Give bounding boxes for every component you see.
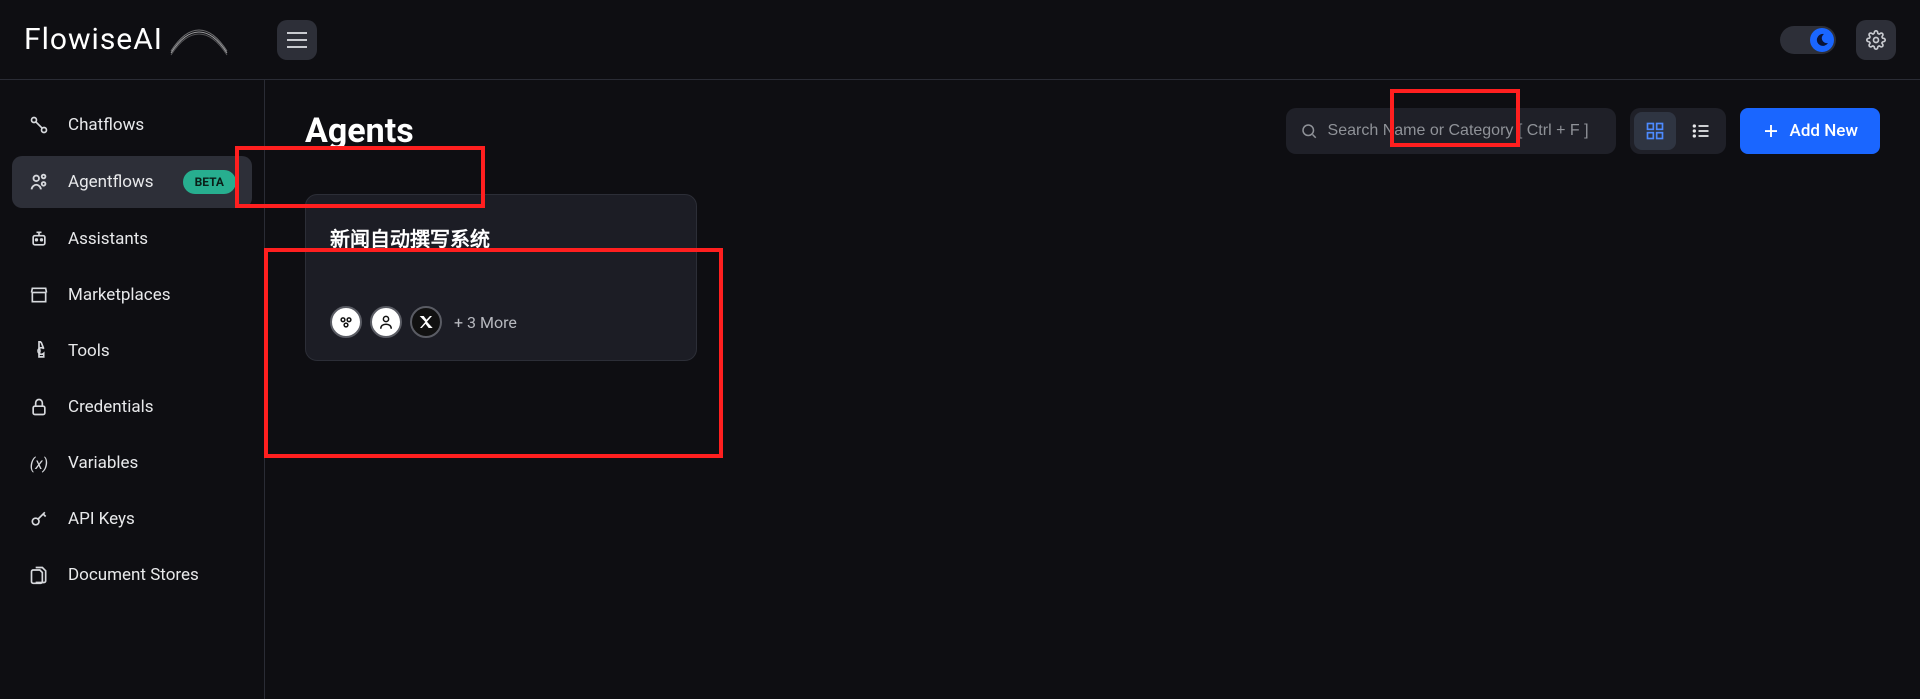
variable-icon: (x) — [28, 452, 50, 474]
logo-swoosh-icon — [169, 23, 229, 57]
hamburger-icon — [287, 32, 307, 48]
sidebar-item-label: Chatflows — [68, 115, 144, 135]
menu-toggle-button[interactable] — [277, 20, 317, 60]
sidebar-item-marketplaces[interactable]: Marketplaces — [12, 270, 252, 320]
sidebar-item-label: Credentials — [68, 397, 154, 417]
sidebar-item-chatflows[interactable]: Chatflows — [12, 100, 252, 150]
grid-view-button[interactable] — [1634, 112, 1676, 150]
add-new-button[interactable]: Add New — [1740, 108, 1880, 154]
lock-icon — [28, 396, 50, 418]
sidebar-item-assistants[interactable]: Assistants — [12, 214, 252, 264]
settings-button[interactable] — [1856, 20, 1896, 60]
add-new-label: Add New — [1790, 121, 1858, 141]
sidebar-item-label: Agentflows — [68, 172, 154, 192]
robot-icon — [28, 228, 50, 250]
agent-card-title: 新闻自动撰写系统 — [330, 223, 672, 252]
sidebar-item-label: API Keys — [68, 509, 135, 529]
main-content: Agents Add New 新闻自动撰写系统 — [265, 80, 1920, 699]
sidebar-item-documentstores[interactable]: Document Stores — [12, 550, 252, 600]
agent-card-icons: + 3 More — [330, 306, 672, 338]
plus-icon — [1762, 122, 1780, 140]
agent-cards: 新闻自动撰写系统 + 3 More — [305, 194, 1880, 361]
brand-name: FlowiseAI — [24, 22, 163, 57]
header-controls — [1780, 20, 1896, 60]
search-box[interactable] — [1286, 108, 1616, 154]
team-icon — [330, 306, 362, 338]
sidebar-item-label: Document Stores — [68, 565, 199, 585]
theme-toggle-knob — [1810, 28, 1834, 52]
sidebar-item-credentials[interactable]: Credentials — [12, 382, 252, 432]
grid-icon — [1645, 121, 1665, 141]
gear-icon — [1866, 30, 1886, 50]
search-input[interactable] — [1328, 122, 1602, 140]
view-toggle — [1630, 108, 1726, 154]
brand-logo: FlowiseAI — [24, 22, 229, 57]
store-icon — [28, 284, 50, 306]
person-icon — [370, 306, 402, 338]
list-icon — [1691, 121, 1711, 141]
beta-badge: BETA — [183, 170, 236, 194]
page-title: Agents — [305, 111, 414, 151]
sidebar-item-label: Variables — [68, 453, 138, 473]
wrench-icon — [28, 340, 50, 362]
documents-icon — [28, 564, 50, 586]
x-logo-icon — [410, 306, 442, 338]
agent-card[interactable]: 新闻自动撰写系统 + 3 More — [305, 194, 697, 361]
users-icon — [28, 171, 50, 193]
sidebar-item-apikeys[interactable]: API Keys — [12, 494, 252, 544]
sidebar-item-label: Assistants — [68, 229, 148, 249]
sidebar-item-label: Tools — [68, 341, 110, 361]
sidebar-item-tools[interactable]: Tools — [12, 326, 252, 376]
moon-icon — [1815, 33, 1829, 47]
app-header: FlowiseAI — [0, 0, 1920, 80]
more-count: + 3 More — [454, 313, 517, 332]
key-icon — [28, 508, 50, 530]
search-icon — [1300, 122, 1318, 140]
list-view-button[interactable] — [1680, 112, 1722, 150]
sidebar-item-variables[interactable]: (x) Variables — [12, 438, 252, 488]
sidebar-item-agentflows[interactable]: Agentflows BETA — [12, 156, 252, 208]
main-header: Agents Add New — [305, 108, 1880, 154]
sidebar-item-label: Marketplaces — [68, 285, 171, 305]
theme-toggle[interactable] — [1780, 26, 1836, 54]
sidebar: Chatflows Agentflows BETA Assistants Mar… — [0, 80, 265, 699]
flow-icon — [28, 114, 50, 136]
